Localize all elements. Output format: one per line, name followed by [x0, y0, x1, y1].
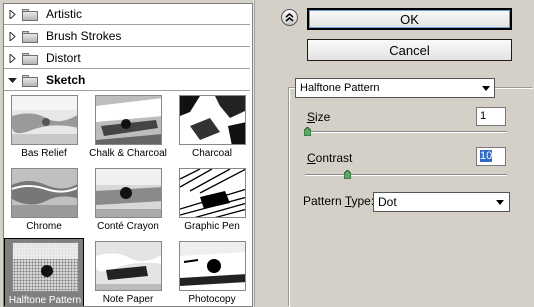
thumbnail-label: Charcoal: [191, 148, 233, 159]
thumbnail-charcoal[interactable]: Charcoal: [172, 92, 252, 164]
category-label: Brush Strokes: [46, 29, 122, 43]
category-sketch[interactable]: Sketch: [4, 70, 250, 91]
folder-icon: [22, 52, 40, 65]
thumbnail-label: Conté Crayon: [97, 221, 159, 232]
collapse-arrow-icon[interactable]: [4, 70, 20, 91]
expand-arrow-icon[interactable]: [4, 26, 20, 47]
dropdown-arrow-icon: [482, 86, 490, 91]
thumbnail-label: Halftone Pattern: [8, 295, 82, 306]
graphic-pen-preview: [179, 168, 246, 218]
open-folder-icon: [22, 74, 40, 87]
size-slider-track[interactable]: [305, 131, 507, 133]
thumbnail-label: Bas Relief: [21, 148, 67, 159]
category-distort[interactable]: Distort: [4, 48, 250, 69]
thumbnail-label: Photocopy: [188, 294, 236, 305]
size-label: Size: [307, 110, 331, 124]
thumbnail-graphic-pen[interactable]: Graphic Pen: [172, 165, 252, 237]
contrast-slider-track[interactable]: [305, 174, 507, 176]
charcoal-preview: [179, 95, 246, 145]
thumbnail-chalk-charcoal[interactable]: Chalk & Charcoal: [88, 92, 168, 164]
contrast-input[interactable]: 10: [476, 147, 506, 166]
pattern-type-value: Dot: [378, 195, 397, 209]
photocopy-preview: [179, 241, 246, 291]
bas-relief-preview: [11, 95, 78, 145]
double-chevron-up-icon: [285, 13, 294, 22]
cancel-button[interactable]: Cancel: [307, 39, 512, 61]
category-brush-strokes[interactable]: Brush Strokes: [4, 26, 250, 47]
collapse-gallery-button[interactable]: [281, 9, 298, 26]
contrast-slider-thumb[interactable]: [343, 170, 351, 179]
filter-select-value: Halftone Pattern: [300, 82, 380, 94]
expand-arrow-icon[interactable]: [4, 4, 20, 25]
panel-divider[interactable]: [253, 0, 255, 307]
conte-crayon-preview: [95, 168, 162, 218]
pattern-type-label: Pattern Type:: [303, 194, 375, 208]
thumbnail-halftone-pattern[interactable]: Halftone Pattern: [4, 238, 84, 306]
dropdown-arrow-icon: [496, 200, 504, 205]
halftone-pattern-preview: [12, 242, 79, 292]
thumbnail-conte-crayon[interactable]: Conté Crayon: [88, 165, 168, 237]
category-label: Sketch: [46, 73, 86, 87]
size-slider-thumb[interactable]: [303, 127, 311, 136]
filter-select[interactable]: Halftone Pattern: [295, 78, 495, 98]
folder-icon: [22, 8, 40, 21]
category-artistic[interactable]: Artistic: [4, 4, 250, 25]
category-label: Artistic: [46, 7, 82, 21]
thumbnail-note-paper[interactable]: Note Paper: [88, 238, 168, 306]
thumbnail-photocopy[interactable]: Photocopy: [172, 238, 252, 306]
contrast-label: Contrast: [307, 151, 353, 165]
chalk-charcoal-preview: [95, 95, 162, 145]
thumbnail-label: Chalk & Charcoal: [89, 148, 167, 159]
chrome-preview: [11, 168, 78, 218]
thumbnail-bas-relief[interactable]: Bas Relief: [4, 92, 84, 164]
thumbnail-label: Chrome: [26, 221, 62, 232]
folder-icon: [22, 30, 40, 43]
size-input[interactable]: 1: [476, 107, 506, 126]
note-paper-preview: [95, 241, 162, 291]
thumbnail-label: Note Paper: [102, 294, 154, 305]
ok-button[interactable]: OK: [307, 8, 512, 30]
pattern-type-select[interactable]: Dot: [373, 192, 510, 212]
category-label: Distort: [46, 51, 81, 65]
thumbnail-chrome[interactable]: Chrome: [4, 165, 84, 237]
expand-arrow-icon[interactable]: [4, 48, 20, 69]
filter-gallery-panel: Artistic Brush Strokes Distort Sketch Ba…: [3, 3, 253, 307]
thumbnail-label: Graphic Pen: [184, 221, 240, 232]
